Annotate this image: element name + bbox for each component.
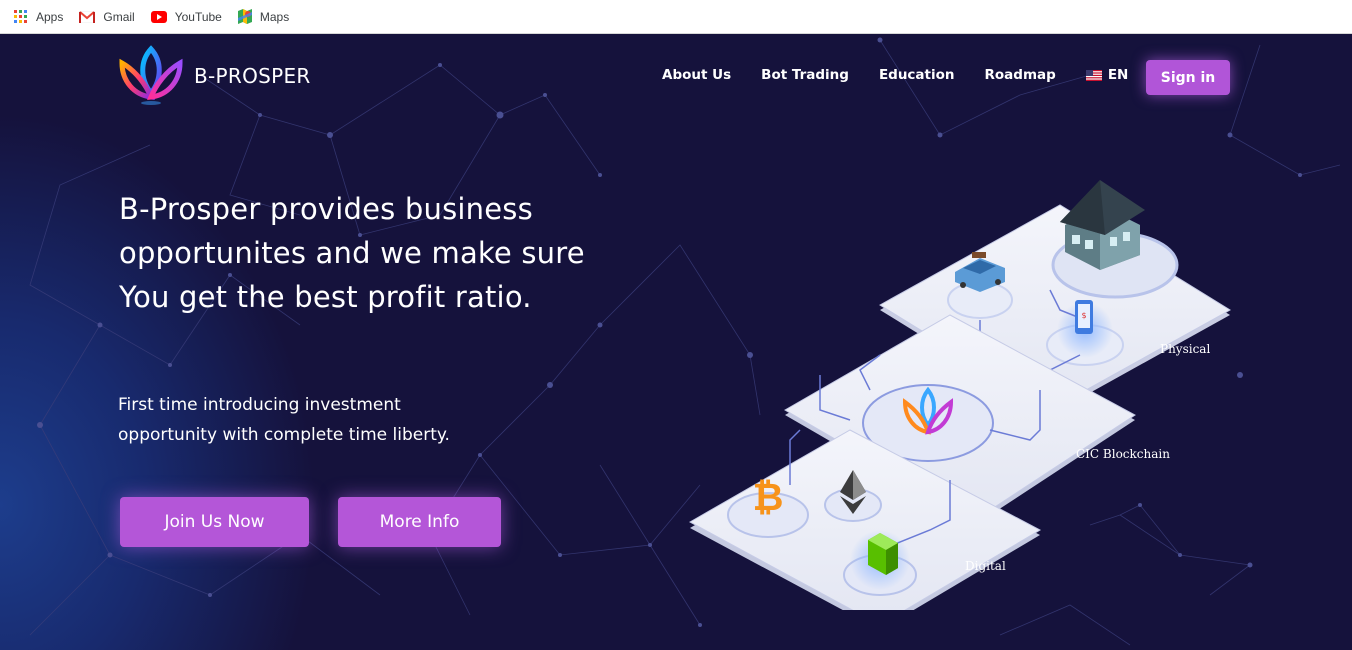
join-us-now-button[interactable]: Join Us Now xyxy=(120,497,309,547)
bookmark-apps[interactable]: Apps xyxy=(14,6,63,28)
isometric-layers-illustration: $ ₿ xyxy=(688,180,1231,610)
more-info-button[interactable]: More Info xyxy=(338,497,501,547)
phone-icon: $ xyxy=(1075,300,1093,334)
nav-about-us[interactable]: About Us xyxy=(662,67,731,83)
cic-blockchain-label: CIC Blockchain xyxy=(1076,447,1170,461)
hero-subtitle-line: opportunity with complete time liberty. xyxy=(118,425,450,445)
hero-title-line: B-Prosper provides business xyxy=(119,192,533,226)
hero-title-line: opportunites and we make sure xyxy=(119,236,585,270)
bookmark-apps-label: Apps xyxy=(36,9,64,24)
svg-text:₿: ₿ xyxy=(753,475,784,519)
physical-label: Physical xyxy=(1160,342,1211,356)
youtube-icon xyxy=(150,10,167,23)
bookmark-maps-label: Maps xyxy=(259,9,290,24)
bookmarks-bar: Apps Gmail YouTube Maps xyxy=(0,0,1352,34)
bookmark-maps[interactable]: Maps xyxy=(237,6,290,28)
hero-section: B-PROSPER About Us Bot Trading Education… xyxy=(0,35,1352,650)
brand-logo[interactable]: B-PROSPER xyxy=(118,43,311,109)
digital-label: Digital xyxy=(965,559,1006,573)
gmail-icon xyxy=(79,10,96,23)
language-selector[interactable]: EN xyxy=(1085,67,1129,83)
svg-text:$: $ xyxy=(1081,311,1086,320)
nav-education[interactable]: Education xyxy=(879,67,955,83)
us-flag-icon xyxy=(1085,69,1102,81)
nav-roadmap[interactable]: Roadmap xyxy=(985,67,1056,83)
brand-name: B-PROSPER xyxy=(194,64,311,88)
bookmark-gmail[interactable]: Gmail xyxy=(79,6,135,28)
bitcoin-icon: ₿ xyxy=(753,475,784,519)
lotus-logo-icon xyxy=(119,45,183,105)
sign-in-button[interactable]: Sign in xyxy=(1146,60,1230,95)
hero-subtitle-line: First time introducing investment xyxy=(118,395,401,415)
apps-grid-icon xyxy=(14,9,27,23)
main-nav: About Us Bot Trading Education Roadmap E… xyxy=(662,67,1128,83)
hero-title: B-Prosper provides business opportunites… xyxy=(119,187,679,319)
language-label: EN xyxy=(1107,67,1129,83)
hero-title-line: You get the best profit ratio. xyxy=(119,280,532,314)
bookmark-gmail-label: Gmail xyxy=(103,9,135,24)
maps-icon xyxy=(237,9,252,24)
hero-subtitle: First time introducing investment opport… xyxy=(118,390,538,450)
bookmark-youtube[interactable]: YouTube xyxy=(150,6,222,28)
nav-bot-trading[interactable]: Bot Trading xyxy=(761,67,849,83)
bookmark-youtube-label: YouTube xyxy=(174,9,222,24)
